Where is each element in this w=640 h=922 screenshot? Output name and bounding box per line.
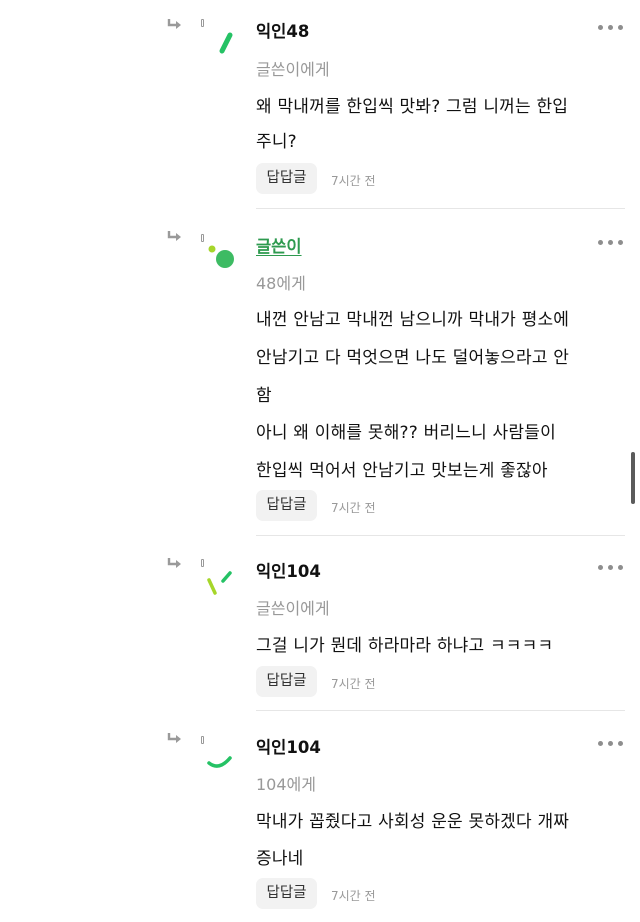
divider [256, 208, 625, 209]
comment-body-line: 증나네 [256, 849, 304, 869]
reply-button[interactable]: 답답글 [256, 490, 317, 521]
reply-target: 48에게 [256, 274, 306, 293]
timestamp: 7시간 전 [331, 501, 376, 515]
more-options-icon[interactable] [598, 24, 626, 32]
reply-arrow-icon [167, 231, 181, 241]
reply-button[interactable]: 답답글 [256, 666, 317, 697]
comment-body-line: 아니 왜 이해를 못해?? 버리느니 사람들이 [256, 423, 556, 443]
reply-button[interactable]: 답답글 [256, 163, 317, 194]
timestamp: 7시간 전 [331, 677, 376, 691]
comment-body-line: 주니? [256, 132, 297, 152]
avatar[interactable] [200, 238, 240, 278]
reply-button[interactable]: 답답글 [256, 878, 317, 909]
comment-body-line: 왜 막내꺼를 한입씩 맛봐? 그럼 니꺼는 한입 [256, 97, 569, 117]
tick-icon [201, 19, 204, 27]
more-options-icon[interactable] [598, 239, 626, 247]
reply-target: 글쓴이에게 [256, 599, 330, 618]
comment-body-line: 그걸 니가 뭔데 하라마라 하냐고 ㅋㅋㅋㅋ [256, 636, 554, 656]
comment-body-line: 내껀 안남고 막내껀 남으니까 막내가 평소에 [256, 310, 570, 330]
scrollbar[interactable] [631, 452, 635, 504]
more-options-icon[interactable] [598, 740, 626, 748]
avatar[interactable] [200, 738, 240, 778]
reply-arrow-icon [167, 558, 181, 568]
comment-author[interactable]: 익인104 [256, 734, 321, 758]
avatar[interactable] [200, 28, 240, 68]
reply-target: 글쓴이에게 [256, 60, 330, 79]
comment-body-line: 한입씩 먹어서 안남기고 맛보는게 좋잖아 [256, 461, 548, 481]
comment-author[interactable]: 글쓴이 [256, 233, 302, 257]
reply-arrow-icon [167, 733, 181, 743]
reply-target: 104에게 [256, 775, 316, 794]
reply-arrow-icon [167, 19, 181, 29]
more-options-icon[interactable] [598, 564, 626, 572]
comment-body-line: 막내가 꼽줬다고 사회성 운운 못하겠다 개짜 [256, 812, 570, 832]
comment-body-line: 안남기고 다 먹엇으면 나도 덜어놓으라고 안 [256, 348, 570, 368]
avatar[interactable] [200, 566, 240, 606]
divider [256, 710, 625, 711]
comment-author[interactable]: 익인104 [256, 558, 321, 582]
comment-author[interactable]: 익인48 [256, 18, 309, 42]
timestamp: 7시간 전 [331, 889, 376, 903]
comment-body-line: 함 [256, 386, 272, 406]
timestamp: 7시간 전 [331, 174, 376, 188]
divider [256, 535, 625, 536]
